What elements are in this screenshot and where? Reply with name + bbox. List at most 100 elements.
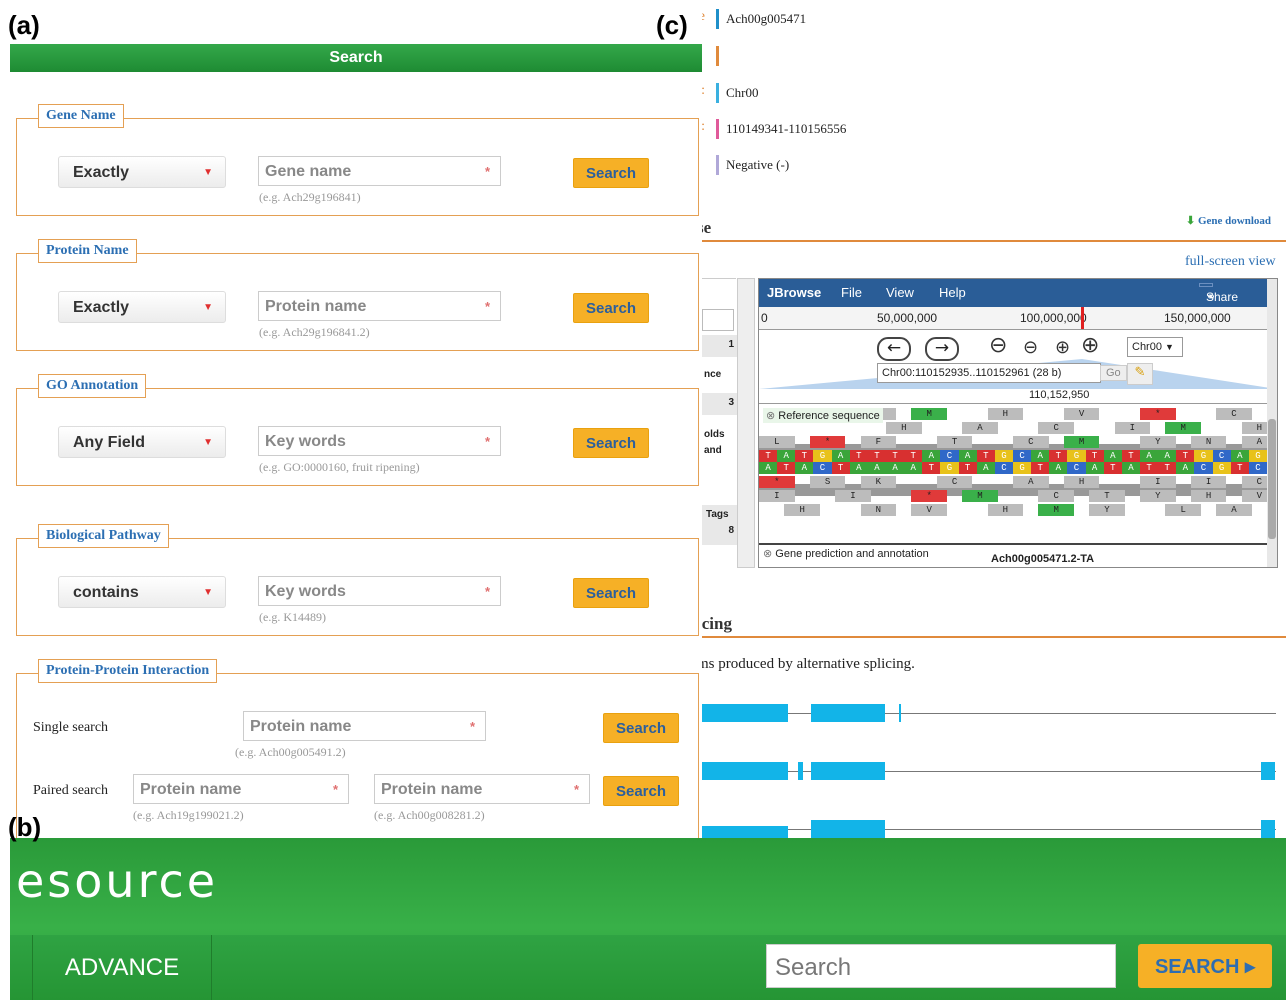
jbrowse-menu-bar: JBrowse File View Help ⚭ Share [759, 279, 1277, 307]
reference-sequence-track[interactable]: YMHV*CHACIMHL*FTCMYNA*SKCAHIICII*MCTYHVH… [759, 403, 1277, 544]
pan-left-icon[interactable]: ← [877, 337, 911, 361]
search-section: Gene Name Exactly ▼ Gene name * (e.g. Ach29g1… [16, 104, 699, 216]
keyword-input[interactable]: Key words * [258, 426, 501, 456]
base-cell: A [1085, 462, 1104, 474]
location-marker[interactable] [1081, 307, 1084, 329]
nav-item-advance[interactable]: ADVANCE [32, 935, 212, 1000]
amino-acid-cell: T [936, 436, 973, 448]
search-button[interactable]: Search [573, 293, 649, 323]
amino-acid-cell: C [1013, 436, 1049, 448]
menu-help[interactable]: Help [939, 285, 966, 300]
base-cell: T [1085, 450, 1104, 462]
match-mode-select[interactable]: Exactly ▼ [58, 156, 226, 188]
amino-acid-cell: M [1165, 422, 1201, 434]
search-button[interactable]: Search [573, 578, 649, 608]
keyword-input[interactable]: Key words * [258, 576, 501, 606]
match-mode-select[interactable]: Any Field ▼ [58, 426, 226, 458]
base-cell: T [1031, 462, 1050, 474]
close-icon[interactable]: ⊗ [766, 410, 775, 422]
ppi-search-section: Protein-Protein Interaction Single searc… [16, 659, 699, 845]
amino-acid-cell: S [809, 476, 846, 488]
match-mode-select[interactable]: contains ▼ [58, 576, 226, 608]
base-cell: T [1230, 462, 1249, 474]
base-cell: A [1158, 450, 1177, 462]
panel-label-c: (c) [656, 10, 688, 40]
keyword-input[interactable]: Gene name * [258, 156, 501, 186]
share-button[interactable]: ⚭ Share [1199, 283, 1238, 304]
track-list-scrollbar[interactable] [737, 278, 755, 568]
base-cell: A [904, 462, 923, 474]
amino-acid-cell: * [911, 490, 947, 502]
base-cell: T [795, 450, 814, 462]
track-count: 3 [728, 397, 734, 408]
paired-search-button[interactable]: Search [603, 776, 679, 806]
site-search-input[interactable]: Search [766, 944, 1116, 988]
single-search-label: Single search [33, 720, 109, 735]
exon[interactable] [1261, 762, 1275, 780]
viewer-scrollbar[interactable] [1267, 279, 1277, 567]
highlight-icon[interactable]: ✎ [1127, 363, 1153, 385]
base-cell: C [1067, 462, 1086, 474]
zoom-in-icon[interactable]: ⊕ [1055, 337, 1070, 358]
main-nav-bar: ADVANCE Search SEARCH ▸ [10, 935, 1286, 1000]
feature-label[interactable]: Ach00g005471.2-TA [991, 553, 1094, 565]
full-screen-view-link[interactable]: full-screen view [1185, 254, 1276, 270]
track-filter-input[interactable] [702, 309, 734, 331]
match-mode-select[interactable]: Exactly ▼ [58, 291, 226, 323]
amino-acid-cell: M [1038, 504, 1074, 516]
site-search-button[interactable]: SEARCH ▸ [1138, 944, 1272, 988]
pan-right-icon[interactable]: → [925, 337, 959, 361]
gene-download-link[interactable]: ⬇ Gene download [1186, 214, 1271, 227]
caret-down-icon: ▼ [203, 587, 213, 598]
amino-acid-cell: L [759, 436, 795, 448]
amino-acid-cell: * [809, 436, 846, 448]
keyword-input[interactable]: Protein name * [258, 291, 501, 321]
intron-line [702, 713, 1276, 714]
track-label: nce [704, 369, 722, 380]
base-cell: A [1176, 462, 1195, 474]
search-button[interactable]: Search [573, 428, 649, 458]
amino-acid-row: L * F T C M Y N A [759, 436, 1277, 448]
close-icon[interactable]: ⊗ [763, 548, 772, 560]
base-cell: A [831, 450, 850, 462]
exon[interactable] [811, 820, 885, 838]
zoom-in-big-icon[interactable]: ⊕ [1081, 333, 1099, 358]
exon[interactable] [798, 762, 803, 780]
track-label: and [704, 445, 722, 456]
overview-ruler[interactable]: 0 50,000,000 100,000,000 150,000,000 [759, 307, 1277, 330]
menu-file[interactable]: File [841, 285, 862, 300]
single-search-button[interactable]: Search [603, 713, 679, 743]
amino-acid-cell: H [1063, 476, 1100, 488]
exon[interactable] [702, 704, 788, 722]
single-protein-input[interactable]: Protein name * [243, 711, 486, 741]
amino-acid-cell: H [784, 504, 820, 516]
exon[interactable] [899, 704, 901, 722]
base-cell: T [904, 450, 923, 462]
exon[interactable] [702, 762, 788, 780]
amino-acid-cell: N [860, 504, 897, 516]
site-title: esource [16, 854, 219, 908]
paired-protein-input-1[interactable]: Protein name * [133, 774, 349, 804]
location-input[interactable]: Chr00:110152935..110152961 (28 b) [877, 363, 1101, 383]
menu-view[interactable]: View [886, 285, 914, 300]
amino-acid-cell: Y [1140, 490, 1176, 502]
base-cell: G [994, 450, 1013, 462]
amino-acid-cell: T [1089, 490, 1125, 502]
zoom-out-icon[interactable]: ⊖ [1023, 337, 1038, 358]
exon[interactable] [811, 762, 885, 780]
splicing-section-title: icing [697, 614, 732, 633]
search-button[interactable]: Search [573, 158, 649, 188]
site-banner: esource ADVANCE Search SEARCH ▸ [10, 838, 1286, 1000]
exon[interactable] [811, 704, 885, 722]
info-color-bar [716, 46, 719, 66]
zoom-out-big-icon[interactable]: ⊖ [989, 333, 1007, 358]
exon[interactable] [1261, 820, 1275, 838]
go-button[interactable]: Go [1100, 365, 1127, 381]
chromosome-select[interactable]: Chr00 ▼ [1127, 337, 1183, 357]
caret-down-icon: ▼ [1165, 342, 1174, 352]
search-section: Biological Pathway contains ▼ Key words * (e.… [16, 524, 699, 636]
paired-protein-input-2[interactable]: Protein name * [374, 774, 590, 804]
gene-prediction-track[interactable]: ⊗ Gene prediction and annotation Ach00g0… [759, 543, 1267, 567]
jbrowse-viewer[interactable]: JBrowse File View Help ⚭ Share 0 50,000,… [758, 278, 1278, 568]
amino-acid-cell: V [911, 504, 947, 516]
